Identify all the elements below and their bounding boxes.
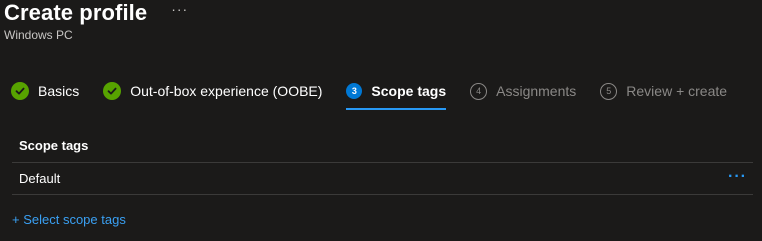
- step-label: Basics: [38, 83, 80, 99]
- checkmark-icon: [11, 82, 29, 100]
- page-header: Create profile ··· Windows PC: [4, 0, 188, 42]
- step-review-create[interactable]: 5 Review + create: [600, 79, 727, 103]
- page-title: Create profile: [4, 0, 148, 25]
- page-subtitle: Windows PC: [4, 28, 73, 42]
- active-step-underline: [346, 108, 447, 110]
- step-oobe[interactable]: Out-of-box experience (OOBE): [103, 79, 322, 103]
- step-number-badge: 4: [470, 82, 488, 100]
- step-label: Out-of-box experience (OOBE): [130, 83, 323, 99]
- more-options-icon[interactable]: ···: [171, 2, 188, 16]
- step-number-badge: 3: [346, 83, 363, 99]
- step-assignments[interactable]: 4 Assignments: [470, 79, 576, 103]
- table-row: Default ···: [12, 163, 753, 195]
- column-header-scope-tags: Scope tags: [12, 128, 753, 163]
- step-label: Assignments: [496, 83, 577, 99]
- select-scope-tags-link[interactable]: + Select scope tags: [12, 212, 126, 227]
- step-label: Scope tags: [371, 83, 447, 99]
- row-more-options-icon[interactable]: ···: [728, 169, 747, 185]
- row-scope-tag-name: Default: [19, 171, 61, 186]
- title-row: Create profile ···: [4, 0, 188, 26]
- wizard-steps: Basics Out-of-box experience (OOBE) 3 Sc…: [11, 79, 751, 110]
- step-basics[interactable]: Basics: [11, 79, 79, 103]
- step-label: Review + create: [626, 83, 728, 99]
- scope-tags-table: Scope tags Default ···: [12, 128, 753, 195]
- step-number-badge: 5: [600, 82, 618, 100]
- step-scope-tags[interactable]: 3 Scope tags: [346, 79, 447, 110]
- create-profile-page: Create profile ··· Windows PC Basics Out…: [0, 0, 762, 241]
- checkmark-icon: [103, 82, 122, 100]
